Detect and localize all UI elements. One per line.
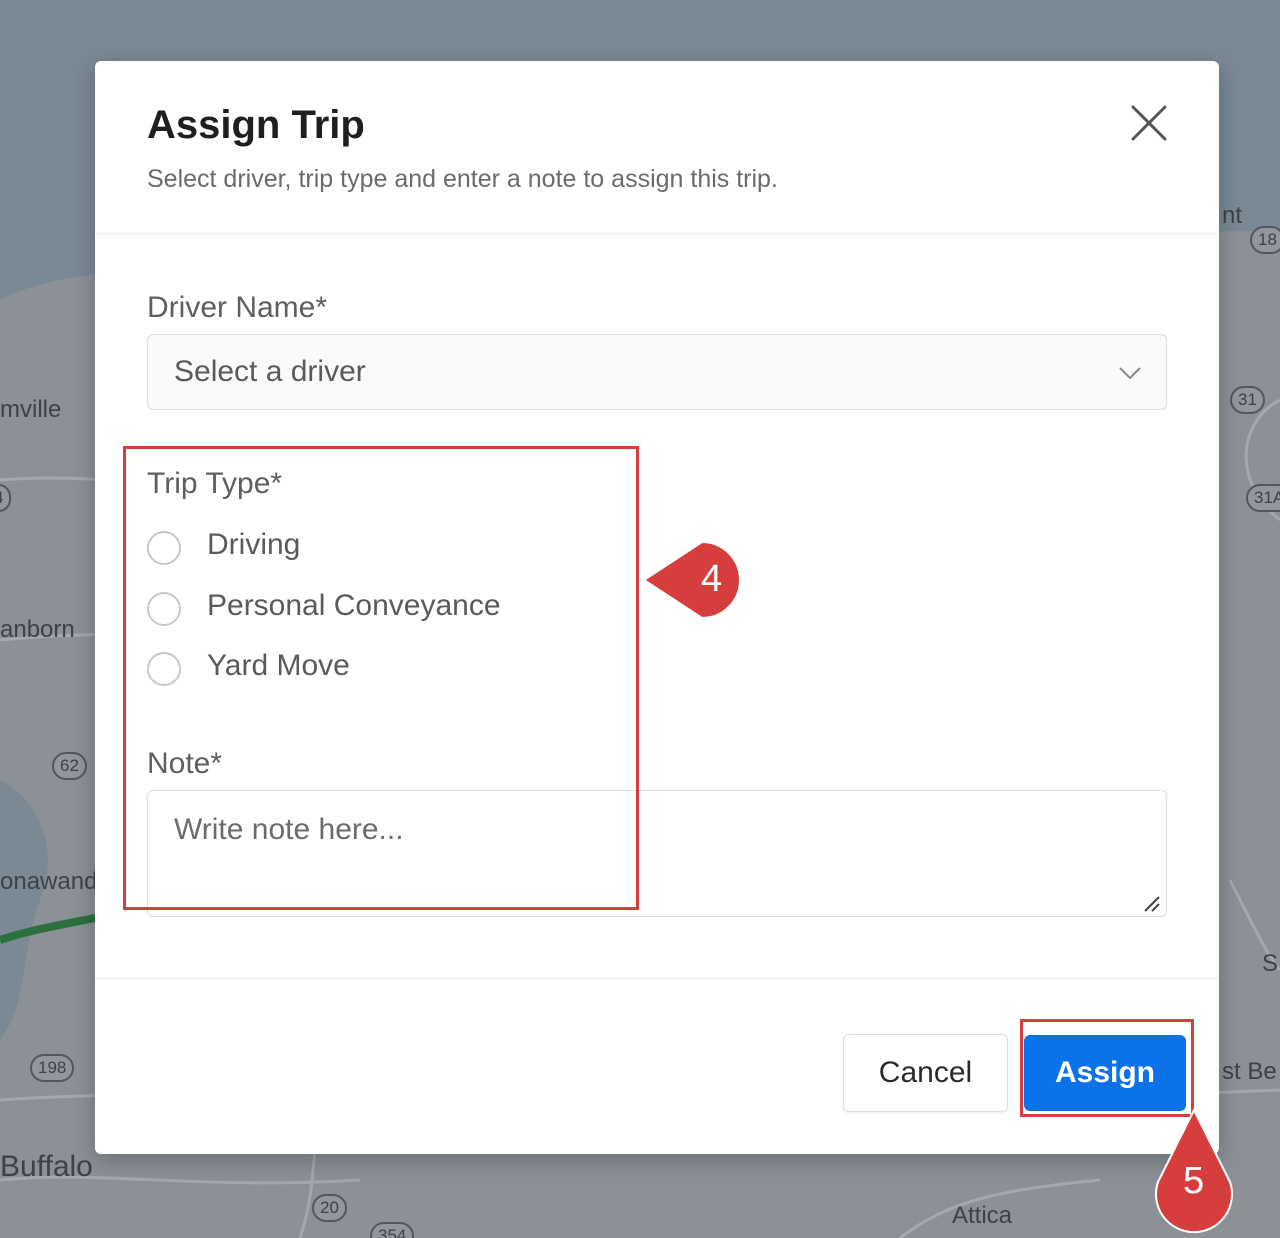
- step-4-callout: 4: [640, 540, 764, 620]
- step-5-number: 5: [1183, 1160, 1205, 1202]
- radio-button[interactable]: [147, 592, 181, 626]
- step-5-callout: 5: [1154, 1106, 1234, 1234]
- modal-subtitle: Select driver, trip type and enter a not…: [147, 165, 778, 193]
- step-4-number: 4: [701, 558, 723, 600]
- modal-header: Assign Trip Select driver, trip type and…: [95, 61, 1219, 234]
- radio-option-personal-conveyance[interactable]: Personal Conveyance: [147, 589, 567, 633]
- driver-select-placeholder: Select a driver: [174, 355, 366, 388]
- radio-label: Personal Conveyance: [207, 589, 501, 622]
- close-button[interactable]: [1127, 101, 1171, 145]
- assign-button[interactable]: Assign: [1024, 1035, 1186, 1111]
- resize-handle-icon[interactable]: [1141, 893, 1161, 913]
- chevron-down-icon: [1119, 367, 1141, 380]
- close-icon: [1131, 105, 1167, 141]
- driver-select[interactable]: Select a driver: [147, 334, 1167, 410]
- radio-button[interactable]: [147, 652, 181, 686]
- driver-name-label: Driver Name*: [147, 291, 328, 324]
- note-textarea[interactable]: [147, 790, 1167, 917]
- radio-option-driving[interactable]: Driving: [147, 528, 447, 572]
- radio-label: Driving: [207, 528, 301, 561]
- cancel-button[interactable]: Cancel: [843, 1034, 1008, 1112]
- radio-label: Yard Move: [207, 649, 350, 682]
- modal-title: Assign Trip: [147, 103, 365, 147]
- footer-divider: [95, 978, 1219, 979]
- trip-type-label: Trip Type*: [147, 467, 283, 500]
- radio-button[interactable]: [147, 531, 181, 565]
- note-label: Note*: [147, 747, 223, 780]
- radio-option-yard-move[interactable]: Yard Move: [147, 649, 447, 693]
